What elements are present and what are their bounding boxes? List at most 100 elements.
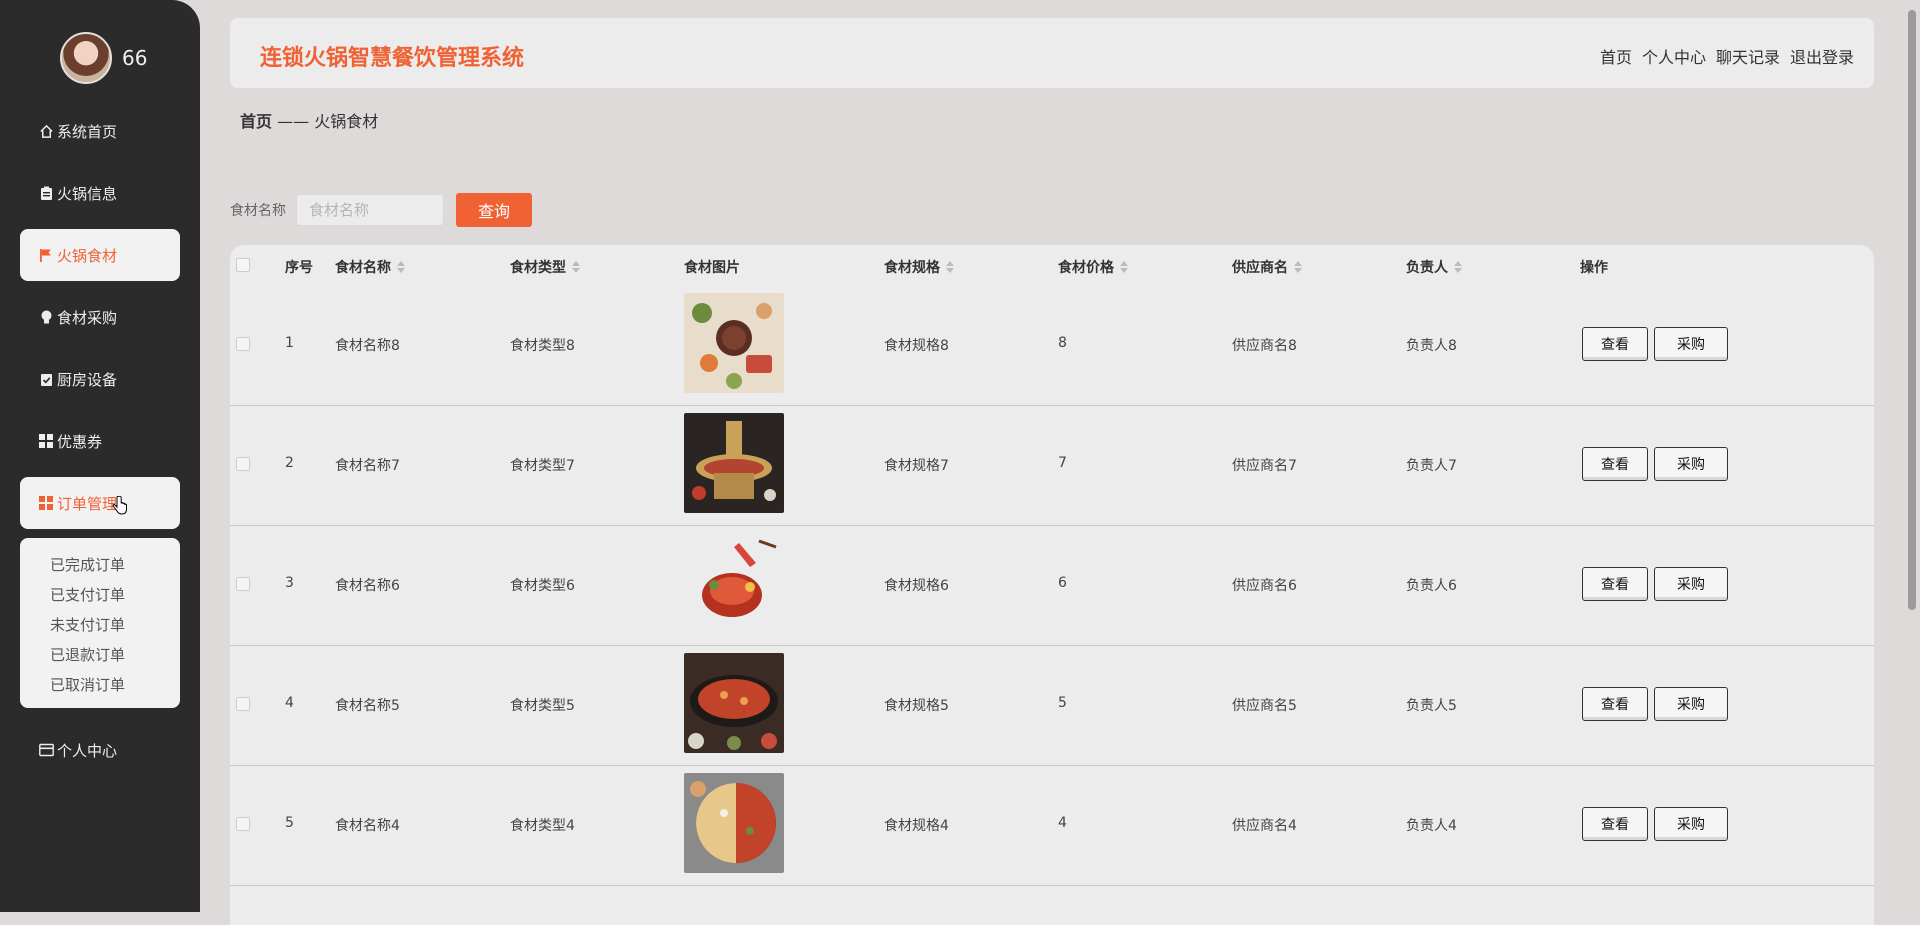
cell-price: 4 [1058, 815, 1067, 831]
header-image: 食材图片 [684, 260, 740, 276]
submenu-item-completed-orders[interactable]: 已完成订单 [20, 550, 180, 580]
ingredient-image[interactable] [684, 773, 784, 873]
row-checkbox[interactable] [236, 337, 250, 351]
purchase-button[interactable]: 采购 [1654, 807, 1728, 841]
top-link-personal-center[interactable]: 个人中心 [1642, 44, 1706, 68]
cell-price: 5 [1058, 695, 1067, 711]
sidebar-item-personal-center[interactable]: 个人中心 [20, 724, 180, 776]
sort-icon[interactable] [397, 261, 405, 273]
search-input[interactable] [296, 194, 444, 226]
cell-spec: 食材规格4 [884, 818, 949, 834]
purchase-button[interactable]: 采购 [1654, 687, 1728, 721]
sidebar-item-home[interactable]: 系统首页 [20, 105, 180, 157]
table-row: 3 食材名称6 食材类型6 食材规格6 6 供应商名6 负责人6 查看 采购 [230, 525, 1874, 646]
header-price[interactable]: 食材价格 [1058, 257, 1128, 277]
purchase-button[interactable]: 采购 [1654, 447, 1728, 481]
breadcrumb-current: 火锅食材 [314, 112, 379, 131]
select-all-checkbox[interactable] [236, 258, 250, 272]
top-header: 连锁火锅智慧餐饮管理系统 首页 个人中心 聊天记录 退出登录 [230, 18, 1874, 88]
sidebar-item-label: 优惠券 [57, 432, 103, 451]
username: 66 [122, 46, 148, 70]
search-label: 食材名称 [230, 203, 286, 219]
cell-owner: 负责人5 [1406, 698, 1457, 714]
header-owner[interactable]: 负责人 [1406, 257, 1462, 277]
user-profile[interactable]: 66 [60, 32, 147, 84]
sidebar-item-coupons[interactable]: 优惠券 [20, 415, 180, 467]
cell-price: 7 [1058, 455, 1067, 471]
sidebar-item-hotpot-info[interactable]: 火锅信息 [20, 167, 180, 219]
cell-owner: 负责人4 [1406, 818, 1457, 834]
top-link-home[interactable]: 首页 [1600, 44, 1632, 68]
cell-spec: 食材规格7 [884, 458, 949, 474]
cell-price: 6 [1058, 575, 1067, 591]
header-type[interactable]: 食材类型 [510, 257, 580, 277]
avatar[interactable] [60, 32, 112, 84]
page-scrollbar[interactable] [1908, 10, 1916, 610]
sidebar-item-label: 火锅食材 [57, 246, 118, 265]
header-name[interactable]: 食材名称 [335, 257, 405, 277]
table-row: 5 食材名称4 食材类型4 食材规格4 4 供应商名4 负责人4 查看 采购 [230, 765, 1874, 886]
ingredient-image[interactable] [684, 413, 784, 513]
ingredient-image[interactable] [684, 293, 784, 393]
cell-supplier: 供应商名8 [1232, 338, 1297, 354]
sort-icon[interactable] [572, 261, 580, 273]
header-actions: 操作 [1580, 260, 1608, 276]
top-link-chat-history[interactable]: 聊天记录 [1716, 44, 1780, 68]
sidebar-item-label: 厨房设备 [57, 370, 118, 389]
table-row: 1 食材名称8 食材类型8 食材规格8 8 供应商名8 负责人8 查看 采购 [230, 285, 1874, 406]
cell-spec: 食材规格6 [884, 578, 949, 594]
view-button[interactable]: 查看 [1582, 327, 1648, 361]
ingredient-image[interactable] [684, 533, 784, 633]
table-row: 4 食材名称5 食材类型5 食材规格5 5 供应商名5 负责人5 查看 采购 [230, 645, 1874, 766]
breadcrumb-home[interactable]: 首页 [240, 112, 272, 131]
header-spec[interactable]: 食材规格 [884, 257, 954, 277]
table-header: 序号 食材名称 食材类型 食材图片 食材规格 食材价格 供应商名 负责人 操作 [230, 245, 1874, 285]
cell-supplier: 供应商名5 [1232, 698, 1297, 714]
query-button[interactable]: 查询 [456, 193, 532, 227]
sort-icon[interactable] [946, 261, 954, 273]
sidebar-item-label: 个人中心 [57, 741, 118, 760]
header-supplier[interactable]: 供应商名 [1232, 257, 1302, 277]
cell-type: 食材类型7 [510, 458, 575, 474]
breadcrumb-separator: —— [272, 112, 315, 131]
ingredient-image[interactable] [684, 653, 784, 753]
purchase-button[interactable]: 采购 [1654, 567, 1728, 601]
purchase-button[interactable]: 采购 [1654, 327, 1728, 361]
cell-spec: 食材规格8 [884, 338, 949, 354]
sidebar-item-orders[interactable]: 订单管理 [20, 477, 180, 529]
grid-icon [38, 433, 54, 449]
row-checkbox[interactable] [236, 817, 250, 831]
sort-icon[interactable] [1120, 261, 1128, 273]
row-checkbox[interactable] [236, 697, 250, 711]
view-button[interactable]: 查看 [1582, 687, 1648, 721]
view-button[interactable]: 查看 [1582, 447, 1648, 481]
view-button[interactable]: 查看 [1582, 807, 1648, 841]
ingredients-table: 序号 食材名称 食材类型 食材图片 食材规格 食材价格 供应商名 负责人 操作 … [230, 245, 1874, 925]
cell-owner: 负责人8 [1406, 338, 1457, 354]
submenu-item-unpaid-orders[interactable]: 未支付订单 [20, 610, 180, 640]
app-title: 连锁火锅智慧餐饮管理系统 [260, 46, 525, 71]
view-button[interactable]: 查看 [1582, 567, 1648, 601]
sort-icon[interactable] [1454, 261, 1462, 273]
sidebar-item-label: 订单管理 [57, 494, 118, 513]
cell-name: 食材名称4 [335, 818, 400, 834]
submenu-item-refunded-orders[interactable]: 已退款订单 [20, 640, 180, 670]
orders-submenu: 已完成订单 已支付订单 未支付订单 已退款订单 已取消订单 [20, 538, 180, 708]
cell-type: 食材类型8 [510, 338, 575, 354]
cell-type: 食材类型6 [510, 578, 575, 594]
cell-type: 食材类型5 [510, 698, 575, 714]
cell-name: 食材名称5 [335, 698, 400, 714]
sidebar-item-hotpot-ingredients[interactable]: 火锅食材 [20, 229, 180, 281]
sidebar: 66 系统首页 火锅信息 火锅食材 食材采购 厨房设备 优惠券 订单管理 已完成… [0, 0, 200, 912]
top-link-logout[interactable]: 退出登录 [1790, 44, 1854, 68]
submenu-item-cancelled-orders[interactable]: 已取消订单 [20, 670, 180, 700]
row-checkbox[interactable] [236, 457, 250, 471]
sidebar-item-procurement[interactable]: 食材采购 [20, 291, 180, 343]
row-checkbox[interactable] [236, 577, 250, 591]
top-nav: 首页 个人中心 聊天记录 退出登录 [1600, 44, 1854, 68]
submenu-item-paid-orders[interactable]: 已支付订单 [20, 580, 180, 610]
sort-icon[interactable] [1294, 261, 1302, 273]
sidebar-item-kitchen-equipment[interactable]: 厨房设备 [20, 353, 180, 405]
cell-owner: 负责人7 [1406, 458, 1457, 474]
cell-no: 2 [285, 455, 294, 471]
